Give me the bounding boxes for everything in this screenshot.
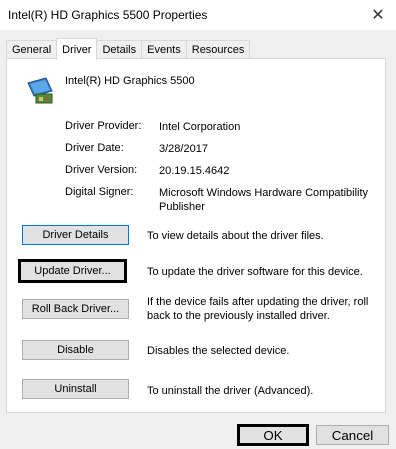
driver-version-label: Driver Version: bbox=[65, 164, 138, 176]
update-driver-button[interactable]: Update Driver... bbox=[18, 259, 127, 283]
tab-general[interactable]: General bbox=[6, 40, 58, 58]
tab-details[interactable]: Details bbox=[96, 40, 143, 58]
cancel-button[interactable]: Cancel bbox=[316, 425, 389, 445]
digital-signer-label: Digital Signer: bbox=[65, 186, 134, 198]
disable-description: Disables the selected device. bbox=[147, 345, 290, 357]
driver-details-description: To view details about the driver files. bbox=[147, 230, 324, 242]
uninstall-button[interactable]: Uninstall bbox=[22, 379, 129, 399]
window-title: Intel(R) HD Graphics 5500 Properties bbox=[8, 8, 208, 22]
driver-provider-label: Driver Provider: bbox=[65, 120, 142, 132]
digital-signer-value: Microsoft Windows Hardware Compatibility… bbox=[159, 187, 369, 213]
driver-panel: Intel(R) HD Graphics 5500 Driver Provide… bbox=[6, 58, 386, 413]
tab-strip: General Driver Details Events Resources bbox=[6, 38, 251, 60]
device-name: Intel(R) HD Graphics 5500 bbox=[65, 75, 195, 87]
driver-date-value: 3/28/2017 bbox=[159, 143, 208, 155]
display-adapter-icon bbox=[26, 77, 56, 108]
driver-provider-value: Intel Corporation bbox=[159, 121, 241, 133]
update-driver-description: To update the driver software for this d… bbox=[147, 266, 363, 278]
title-bar: Intel(R) HD Graphics 5500 Properties ✕ bbox=[0, 0, 396, 30]
roll-back-driver-description: If the device fails after updating the d… bbox=[147, 296, 369, 322]
driver-date-label: Driver Date: bbox=[65, 142, 124, 154]
driver-version-value: 20.19.15.4642 bbox=[159, 165, 230, 177]
ok-button[interactable]: OK bbox=[237, 424, 309, 446]
tab-driver[interactable]: Driver bbox=[56, 38, 98, 60]
driver-details-button[interactable]: Driver Details bbox=[22, 225, 129, 245]
close-icon[interactable]: ✕ bbox=[364, 2, 392, 28]
tab-resources[interactable]: Resources bbox=[185, 40, 251, 58]
roll-back-driver-button[interactable]: Roll Back Driver... bbox=[22, 299, 129, 319]
tab-events[interactable]: Events bbox=[141, 40, 187, 58]
disable-button[interactable]: Disable bbox=[22, 340, 129, 360]
uninstall-description: To uninstall the driver (Advanced). bbox=[147, 385, 314, 397]
